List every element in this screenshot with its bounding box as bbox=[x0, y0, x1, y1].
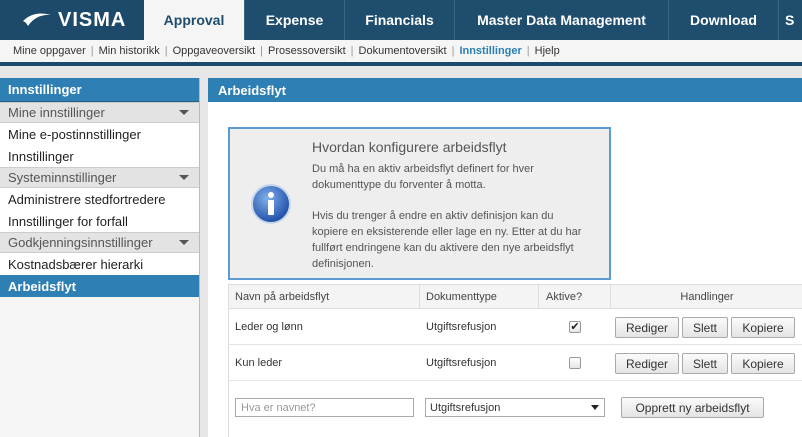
sub-navigation: Mine oppgaver | Min historikk | Oppgaveove… bbox=[0, 40, 802, 66]
info-text-line: fullført endringene kan du aktivere den … bbox=[312, 242, 574, 254]
workflow-doctype: Utgiftsrefusjon bbox=[426, 357, 497, 369]
workflow-name: Kun leder bbox=[235, 357, 283, 369]
info-paragraph-1: Du må ha en aktiv arbeidsflyt definert f… bbox=[312, 161, 597, 193]
sidebar-item-mine-e-postinnstillinger[interactable]: Mine e-postinnstillinger bbox=[0, 123, 199, 145]
sidebar-title: Innstillinger bbox=[0, 78, 199, 102]
workflow-table: Navn på arbeidsflyt Dokumenttype Aktive?… bbox=[228, 284, 802, 437]
table-header: Navn på arbeidsflyt Dokumenttype Aktive?… bbox=[229, 284, 802, 309]
chevron-down-icon[interactable] bbox=[179, 175, 189, 180]
sidebar-group-godkjenningsinnstillinger[interactable]: Godkjenningsinnstillinger bbox=[0, 232, 199, 253]
copy-button[interactable]: Kopiere bbox=[731, 353, 795, 374]
info-text-line: Hvis du trenger å endre en aktiv definis… bbox=[312, 210, 554, 222]
active-checkbox[interactable]: ✔ bbox=[569, 309, 581, 345]
doctype-select[interactable]: Utgiftsrefusjon bbox=[425, 398, 605, 417]
subnav-innstillinger[interactable]: Innstillinger bbox=[459, 45, 521, 57]
edit-button[interactable]: Rediger bbox=[615, 353, 679, 374]
top-tab-master-data-management[interactable]: Master Data Management bbox=[454, 0, 668, 40]
subnav-separator: | bbox=[451, 45, 455, 57]
page-title: Arbeidsflyt bbox=[208, 78, 802, 102]
subnav-mine-oppgaver[interactable]: Mine oppgaver bbox=[13, 45, 86, 57]
subnav-dokumentoversikt[interactable]: Dokumentoversikt bbox=[359, 45, 447, 57]
table-row: Kun leder Utgiftsrefusjon Rediger Slett … bbox=[229, 345, 802, 381]
visma-logo[interactable]: VISMA bbox=[0, 0, 144, 40]
top-tab-expense[interactable]: Expense bbox=[244, 0, 344, 40]
sidebar-group-label: Mine innstillinger bbox=[8, 105, 105, 120]
workflow-doctype: Utgiftsrefusjon bbox=[426, 321, 497, 333]
sidebar-group-systeminnstillinger[interactable]: Systeminnstillinger bbox=[0, 167, 199, 188]
new-workflow-name-input[interactable] bbox=[235, 398, 414, 417]
subnav-min-historikk[interactable]: Min historikk bbox=[99, 45, 160, 57]
subnav-separator: | bbox=[350, 45, 354, 57]
dropdown-arrow-icon[interactable] bbox=[591, 405, 599, 410]
sidebar-item-kostnadsbaerer-hierarki[interactable]: Kostnadsbærer hierarki bbox=[0, 253, 199, 275]
info-text-line: kopiere en eksisterende eller lage en ny… bbox=[312, 226, 582, 238]
info-title: Hvordan konfigurere arbeidsflyt bbox=[312, 139, 507, 155]
table-row: Leder og lønn Utgiftsrefusjon ✔ Rediger … bbox=[229, 309, 802, 345]
sidebar-group-mine-innstillinger[interactable]: Mine innstillinger bbox=[0, 102, 199, 123]
column-header-name: Navn på arbeidsflyt bbox=[229, 285, 420, 309]
active-checkbox[interactable] bbox=[569, 345, 581, 381]
subnav-hjelp[interactable]: Hjelp bbox=[535, 45, 560, 57]
top-tab-financials[interactable]: Financials bbox=[344, 0, 454, 40]
sidebar-group-label: Systeminnstillinger bbox=[8, 170, 117, 185]
column-header-doctype: Dokumenttype bbox=[420, 285, 539, 309]
top-navigation: VISMA Approval Expense Financials Master… bbox=[0, 0, 802, 40]
top-tab-overflow[interactable]: S bbox=[778, 0, 802, 40]
column-header-active: Aktive? bbox=[539, 285, 611, 309]
info-box: Hvordan konfigurere arbeidsflyt Du må ha… bbox=[228, 127, 611, 280]
sidebar-item-arbeidsflyt[interactable]: Arbeidsflyt bbox=[0, 275, 199, 297]
chevron-down-icon[interactable] bbox=[179, 110, 189, 115]
subnav-separator: | bbox=[164, 45, 168, 57]
top-tab-download[interactable]: Download bbox=[668, 0, 778, 40]
doctype-select-value: Utgiftsrefusjon bbox=[430, 401, 501, 414]
copy-button[interactable]: Kopiere bbox=[731, 317, 795, 338]
subnav-separator: | bbox=[90, 45, 94, 57]
info-text-line: definisjonen. bbox=[312, 258, 374, 270]
column-header-actions: Handlinger bbox=[680, 291, 734, 303]
sidebar-item-administrere-stedfortredere[interactable]: Administrere stedfortredere bbox=[0, 188, 199, 210]
subnav-prosessoversikt[interactable]: Prosessoversikt bbox=[268, 45, 346, 57]
info-text-line: dokumenttype du forventer å motta. bbox=[312, 179, 486, 191]
settings-sidebar: Innstillinger Mine innstillinger Mine e-… bbox=[0, 78, 200, 437]
checkbox-checked[interactable]: ✔ bbox=[569, 321, 581, 333]
edit-button[interactable]: Rediger bbox=[615, 317, 679, 338]
subnav-separator: | bbox=[260, 45, 264, 57]
create-workflow-button[interactable]: Opprett ny arbeidsflyt bbox=[621, 397, 764, 418]
workflow-name: Leder og lønn bbox=[235, 321, 303, 333]
delete-button[interactable]: Slett bbox=[682, 353, 728, 374]
main-content: Hvordan konfigurere arbeidsflyt Du må ha… bbox=[208, 102, 802, 437]
checkbox-unchecked[interactable] bbox=[569, 357, 581, 369]
brand-name: VISMA bbox=[58, 8, 127, 31]
info-icon bbox=[251, 184, 291, 224]
subnav-oppgaveoversikt[interactable]: Oppgaveoversikt bbox=[173, 45, 256, 57]
sidebar-item-innstillinger[interactable]: Innstillinger bbox=[0, 145, 199, 167]
sidebar-item-innstillinger-for-forfall[interactable]: Innstillinger for forfall bbox=[0, 210, 199, 232]
top-tab-approval[interactable]: Approval bbox=[144, 0, 244, 40]
visma-swoosh-icon bbox=[23, 13, 51, 26]
subnav-separator: | bbox=[526, 45, 530, 57]
info-paragraph-2: Hvis du trenger å endre en aktiv definis… bbox=[312, 208, 597, 272]
info-text-line: Du må ha en aktiv arbeidsflyt definert f… bbox=[312, 163, 534, 175]
chevron-down-icon[interactable] bbox=[179, 240, 189, 245]
delete-button[interactable]: Slett bbox=[682, 317, 728, 338]
sidebar-group-label: Godkjenningsinnstillinger bbox=[8, 235, 153, 250]
